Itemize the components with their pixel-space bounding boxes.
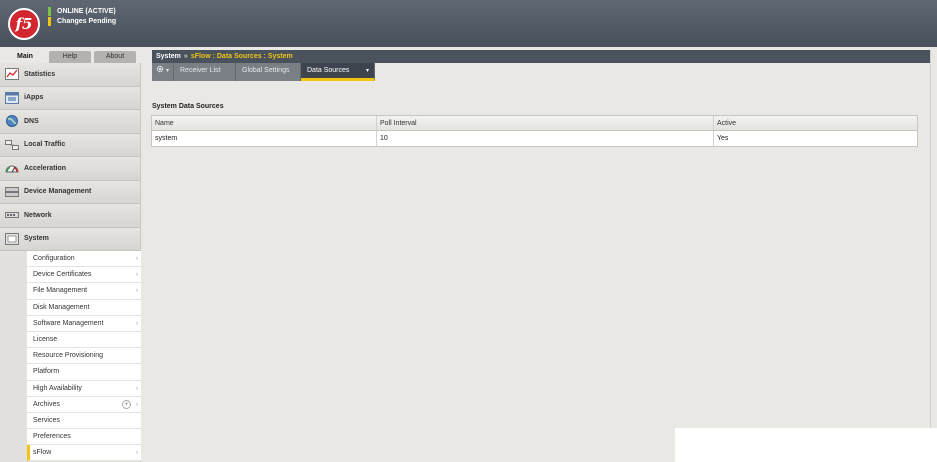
chevron-right-icon: ›	[136, 256, 138, 262]
f5-logo[interactable]: f5	[8, 8, 40, 40]
sidebar-item-label: Statistics	[24, 70, 56, 78]
submenu-label: High Availability	[33, 384, 82, 392]
sidebar-item-label: iApps	[24, 94, 44, 102]
tab-label: Data Sources	[307, 67, 350, 74]
submenu-label: Disk Management	[33, 303, 90, 311]
submenu-item-disk-management[interactable]: Disk Management	[27, 300, 141, 316]
status-online: ONLINE (ACTIVE)	[48, 7, 116, 16]
breadcrumb-current: sFlow : Data Sources : System	[190, 53, 293, 60]
top-banner: f5 ONLINE (ACTIVE) Changes Pending	[0, 0, 937, 47]
local-traffic-icon	[5, 139, 19, 151]
settings-menu-button[interactable]: ▾	[152, 63, 174, 81]
submenu-item-services[interactable]: Services	[27, 413, 141, 430]
chevron-right-icon: ›	[136, 385, 138, 392]
column-header-name[interactable]: Name	[152, 116, 377, 130]
system-submenu: Configuration › Device Certificates › File…	[27, 251, 141, 462]
gear-icon	[156, 65, 164, 73]
main-tabs: Main Help About	[4, 51, 139, 63]
sidebar-item-network[interactable]: Network	[0, 204, 140, 228]
table-header: Name Poll Interval Active	[152, 116, 917, 131]
cell-name[interactable]: system	[152, 131, 377, 146]
submenu-label: sFlow	[33, 449, 52, 457]
add-circle-icon[interactable]: +	[122, 399, 131, 409]
tab-help[interactable]: Help	[49, 51, 91, 63]
breadcrumb-separator: »	[183, 53, 188, 60]
submenu-item-license[interactable]: License	[27, 332, 141, 349]
submenu-label: Configuration	[33, 255, 75, 262]
sidebar-item-label: Local Traffic	[24, 141, 66, 149]
tab-data-sources[interactable]: Data Sources ▾	[301, 63, 375, 81]
submenu-item-sflow[interactable]: sFlow ›	[27, 445, 141, 462]
sidebar-item-label: Device Management	[24, 188, 92, 196]
submenu-label: Device Certificates	[33, 271, 92, 279]
sidebar-item-label: DNS	[24, 117, 39, 125]
acceleration-gauge-icon	[5, 162, 19, 174]
submenu-label: File Management	[33, 287, 88, 295]
chevron-right-icon: ›	[136, 288, 138, 295]
vertical-scrollbar[interactable]	[930, 50, 937, 462]
tab-global-settings[interactable]: Global Settings	[236, 63, 301, 81]
sidebar-item-iapps[interactable]: iApps	[0, 86, 140, 110]
sidebar-item-statistics[interactable]: Statistics	[0, 63, 140, 87]
device-management-icon	[5, 186, 19, 198]
table-row[interactable]: system 10 Yes	[152, 131, 917, 146]
section-title: System Data Sources	[152, 103, 224, 110]
submenu-label: Platform	[33, 368, 60, 376]
breadcrumb-root[interactable]: System	[156, 53, 181, 60]
cell-active: Yes	[717, 135, 729, 142]
tab-main[interactable]: Main	[4, 51, 46, 63]
sidebar: Statistics iApps DNS Local Traffic Accel…	[0, 63, 141, 462]
statistics-icon	[5, 68, 19, 81]
submenu-item-platform[interactable]: Platform	[27, 364, 141, 381]
cell-poll-interval: 10	[377, 131, 714, 146]
data-sources-table: Name Poll Interval Active system 10 Yes	[151, 115, 918, 147]
sidebar-item-dns[interactable]: DNS	[0, 110, 140, 134]
column-header-poll-interval[interactable]: Poll Interval	[377, 116, 714, 130]
submenu-item-software-management[interactable]: Software Management ›	[27, 316, 141, 332]
submenu-item-configuration[interactable]: Configuration ›	[27, 251, 141, 268]
chevron-down-icon: ▾	[365, 68, 369, 74]
sidebar-item-label: System	[24, 235, 49, 243]
submenu-item-device-certificates[interactable]: Device Certificates ›	[27, 267, 141, 284]
iapps-icon	[5, 91, 19, 104]
submenu-item-archives[interactable]: Archives + ›	[27, 397, 141, 413]
submenu-label: Services	[33, 416, 60, 424]
submenu-item-file-management[interactable]: File Management ›	[27, 283, 141, 300]
chevron-right-icon: ›	[136, 401, 138, 408]
tab-receiver-list[interactable]: Receiver List	[174, 63, 236, 81]
sidebar-item-local-traffic[interactable]: Local Traffic	[0, 133, 140, 157]
submenu-label: Software Management	[33, 319, 104, 327]
chevron-right-icon: ›	[136, 272, 138, 279]
chevron-right-icon: ›	[136, 320, 138, 327]
submenu-label: Resource Provisioning	[33, 352, 104, 360]
dns-globe-icon	[5, 115, 19, 128]
sidebar-item-label: Network	[24, 211, 52, 219]
tool-tabs: ▾ Receiver List Global Settings Data Sou…	[152, 63, 375, 81]
sidebar-item-acceleration[interactable]: Acceleration	[0, 157, 140, 181]
submenu-label: Archives	[33, 400, 60, 408]
chevron-right-icon: ›	[136, 450, 138, 457]
chevron-down-icon: ▾	[165, 68, 169, 74]
column-header-active[interactable]: Active	[714, 116, 917, 130]
submenu-item-high-availability[interactable]: High Availability ›	[27, 381, 141, 397]
status-changes-pending[interactable]: Changes Pending	[48, 17, 116, 26]
sidebar-item-device-management[interactable]: Device Management	[0, 180, 140, 204]
system-icon	[5, 232, 19, 245]
submenu-item-resource-provisioning[interactable]: Resource Provisioning	[27, 348, 141, 365]
submenu-item-preferences[interactable]: Preferences	[27, 429, 141, 446]
submenu-label: Preferences	[33, 433, 71, 441]
sidebar-item-label: Acceleration	[24, 164, 67, 172]
breadcrumb: System» sFlow : Data Sources : System	[152, 50, 930, 63]
sidebar-item-system[interactable]: System	[0, 227, 140, 251]
submenu-label: License	[33, 335, 58, 343]
tab-about[interactable]: About	[94, 51, 136, 63]
blank-area	[675, 428, 937, 462]
network-icon	[5, 209, 19, 221]
